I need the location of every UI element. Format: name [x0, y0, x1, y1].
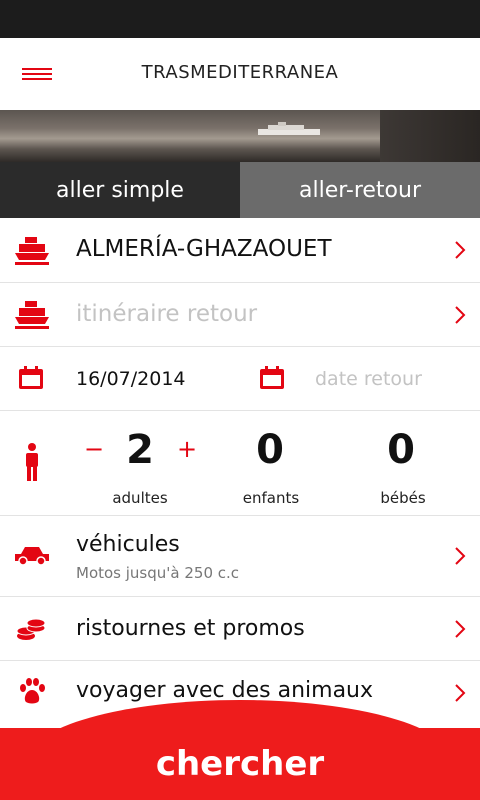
adults-count: 2: [126, 427, 154, 473]
calendar-icon: [260, 366, 284, 389]
trip-type-tabs: aller simple aller-retour: [0, 162, 480, 218]
children-label: enfants: [242, 489, 300, 507]
vehicles-subtitle: Motos jusqu'à 250 c.c: [76, 564, 240, 582]
infants-count[interactable]: 0: [371, 427, 431, 473]
chevron-right-icon: [455, 547, 466, 565]
calendar-icon: [19, 366, 43, 389]
dates-row: 16/07/2014 date retour: [0, 347, 480, 411]
chevron-right-icon: [455, 306, 466, 324]
outbound-route-row[interactable]: ALMERÍA-GHAZAOUET: [0, 218, 480, 283]
passengers-row: − 2 + adultes 0 enfants 0 bébés: [0, 411, 480, 516]
tab-round-trip[interactable]: aller-retour: [240, 162, 480, 218]
return-route-row[interactable]: itinéraire retour: [0, 283, 480, 347]
hero-banner: [0, 110, 480, 162]
chevron-right-icon: [455, 241, 466, 259]
adults-label: adultes: [112, 489, 168, 507]
vehicles-row[interactable]: véhicules Motos jusqu'à 250 c.c: [0, 516, 480, 597]
search-button[interactable]: chercher: [0, 728, 480, 800]
car-icon: [15, 547, 49, 566]
brand-logo: TRASMEDITERRANEA: [141, 62, 339, 83]
promos-row[interactable]: ristournes et promos: [0, 597, 480, 661]
person-icon: [26, 443, 38, 481]
vehicles-title: véhicules: [76, 532, 180, 557]
hero-building: [380, 110, 480, 162]
chevron-right-icon: [455, 620, 466, 638]
promos-title: ristournes et promos: [76, 616, 305, 641]
children-count[interactable]: 0: [240, 427, 300, 473]
adults-plus-button[interactable]: +: [175, 435, 199, 463]
coins-icon: [16, 618, 46, 640]
return-route-placeholder: itinéraire retour: [76, 301, 258, 327]
search-area: chercher: [0, 700, 480, 800]
app-header: TRASMEDITERRANEA: [0, 38, 480, 110]
outbound-route-value: ALMERÍA-GHAZAOUET: [76, 236, 332, 262]
outbound-date-field[interactable]: 16/07/2014: [76, 368, 186, 390]
adults-minus-button[interactable]: −: [82, 435, 106, 463]
ship-icon: [15, 237, 49, 265]
tab-one-way[interactable]: aller simple: [0, 162, 240, 218]
return-date-placeholder[interactable]: date retour: [315, 368, 422, 390]
infants-label: bébés: [380, 489, 426, 507]
status-bar: [0, 0, 480, 38]
hero-ship-image: [258, 122, 320, 135]
ship-icon: [15, 301, 49, 329]
